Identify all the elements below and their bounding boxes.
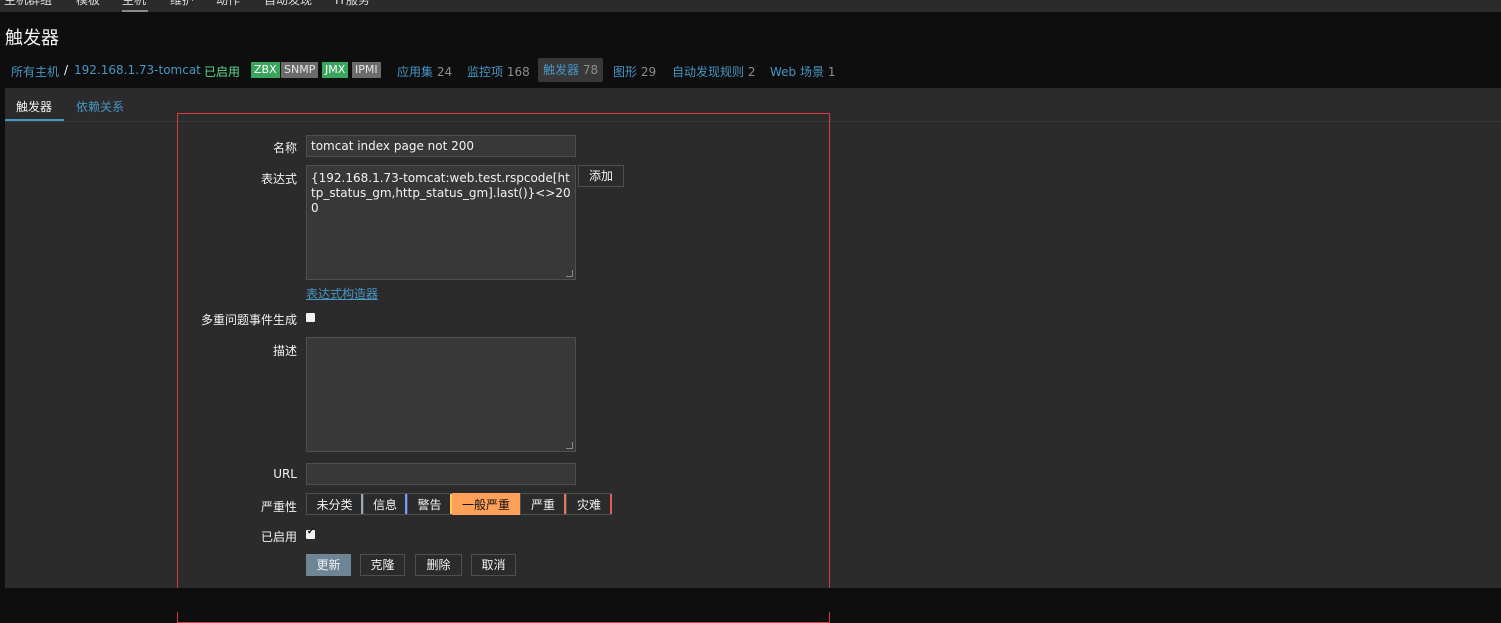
graphs-label: 图形 (613, 65, 638, 79)
page-title: 触发器 (5, 28, 59, 49)
discovery-rules-label: 自动发现规则 (672, 65, 745, 79)
availability-jmx-badge: JMX (322, 62, 349, 78)
applications-label: 应用集 (397, 65, 434, 79)
highlight-box (177, 113, 830, 623)
nav-item-discovery[interactable]: 自动发现 (264, 0, 312, 8)
tab-active-indicator (5, 119, 64, 121)
breadcrumb-discovery-rules[interactable]: 自动发现规则 2 (672, 63, 755, 80)
nav-item-hosts[interactable]: 主机 (122, 0, 146, 8)
triggers-count: 78 (582, 63, 599, 77)
host-status-enabled[interactable]: 已启用 (204, 63, 240, 80)
breadcrumb-triggers[interactable]: 触发器 78 (538, 58, 604, 82)
breadcrumb: 所有主机 / 192.168.1.73-tomcat 已启用 ZBX SNMP … (0, 52, 1501, 88)
nav-item-actions[interactable]: 动作 (216, 0, 240, 8)
nav-item-itservices[interactable]: IT服务 (335, 0, 370, 8)
applications-count: 24 (436, 65, 453, 79)
nav-item-templates[interactable]: 模板 (76, 0, 100, 8)
breadcrumb-all-hosts[interactable]: 所有主机 (11, 63, 59, 80)
tab-dependencies[interactable]: 依赖关系 (76, 98, 124, 115)
triggers-label: 触发器 (543, 63, 580, 77)
breadcrumb-separator: / (64, 63, 69, 77)
tab-trigger[interactable]: 触发器 (16, 98, 52, 115)
discovery-rules-count: 2 (747, 65, 756, 79)
web-scenarios-label: Web 场景 (770, 65, 824, 79)
items-label: 监控项 (467, 65, 504, 79)
breadcrumb-host[interactable]: 192.168.1.73-tomcat (74, 63, 201, 77)
title-bar: 触发器 (0, 12, 1501, 53)
page-footer-area (0, 588, 1501, 612)
breadcrumb-graphs[interactable]: 图形 29 (613, 63, 656, 80)
availability-ipmi-badge: IPMI (352, 62, 381, 78)
nav-item-hostgroups[interactable]: 主机群组 (4, 0, 52, 8)
availability-zbx-badge: ZBX (251, 62, 280, 78)
top-navigation: 主机群组 模板 主机 维护 动作 自动发现 IT服务 (0, 0, 1501, 12)
breadcrumb-web-scenarios[interactable]: Web 场景 1 (770, 63, 835, 80)
graphs-count: 29 (640, 65, 657, 79)
breadcrumb-applications[interactable]: 应用集 24 (397, 63, 452, 80)
items-count: 168 (506, 65, 530, 79)
nav-item-maintenance[interactable]: 维护 (170, 0, 194, 8)
breadcrumb-items[interactable]: 监控项 168 (467, 63, 530, 80)
availability-snmp-badge: SNMP (281, 62, 319, 78)
web-scenarios-count: 1 (827, 65, 836, 79)
